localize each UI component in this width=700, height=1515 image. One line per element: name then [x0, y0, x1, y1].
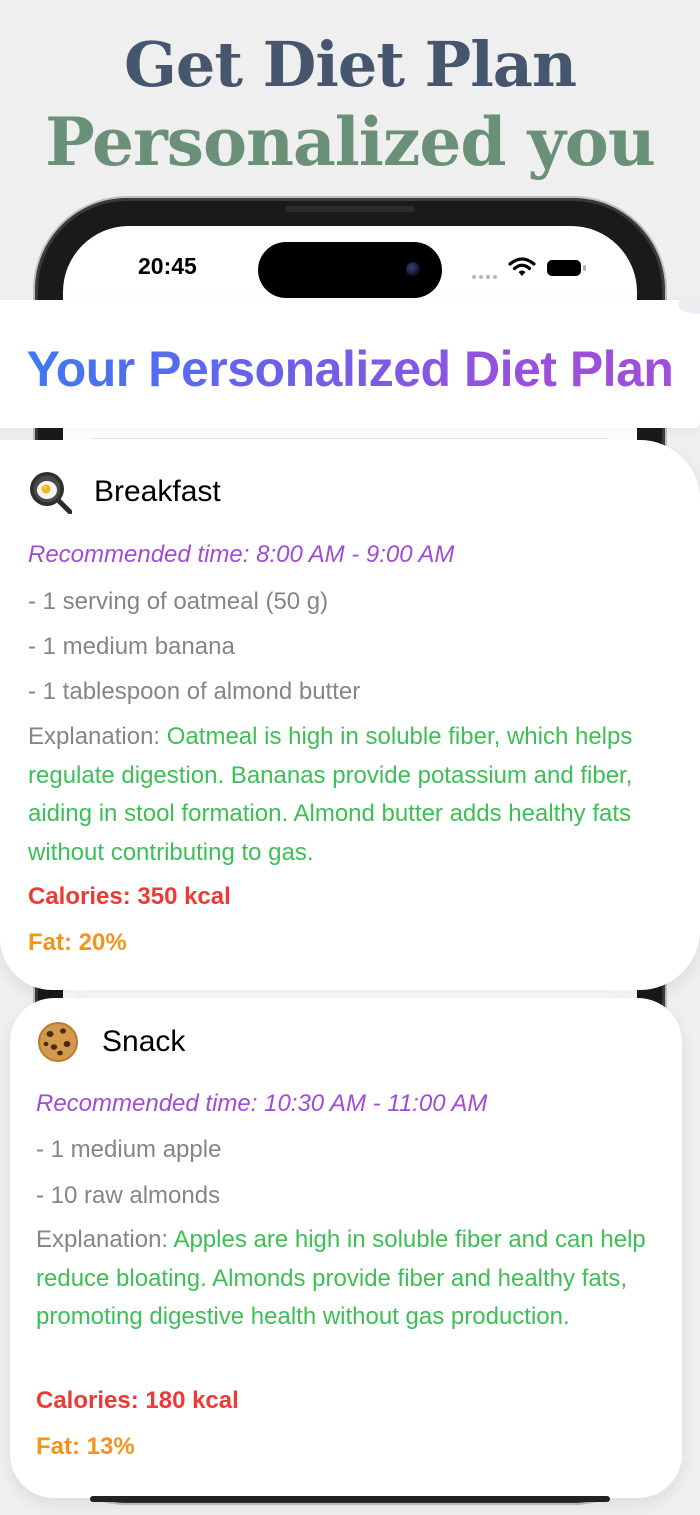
fat-label: Fat: 13%: [36, 1433, 135, 1460]
cookie-icon: [36, 1020, 80, 1064]
explanation-label: Explanation:: [28, 723, 167, 750]
phone-speaker-grille: [285, 206, 415, 212]
promo-headline-line2: Personalized you: [45, 103, 656, 181]
battery-icon: [547, 260, 586, 276]
status-time: 20:45: [138, 253, 197, 279]
calories-label: Calories: 350 kcal: [28, 883, 231, 910]
divider: [92, 438, 608, 439]
meal-name: Snack: [102, 1025, 186, 1058]
signal-icon: [472, 266, 502, 279]
explanation-label: Explanation:: [36, 1226, 174, 1253]
meal-item: - 1 medium apple: [36, 1136, 222, 1163]
frame-gap-right: [614, 990, 626, 998]
calories-label: Calories: 180 kcal: [36, 1387, 239, 1414]
meal-item: - 1 tablespoon of almond butter: [28, 678, 361, 705]
meal-explanation: Explanation: Apples are high in soluble …: [36, 1221, 666, 1337]
phone-bottom-edge: [90, 1496, 610, 1502]
meal-item: - 10 raw almonds: [36, 1182, 221, 1209]
camera-icon: [406, 262, 420, 276]
status-icons: [472, 256, 592, 279]
meal-header: Breakfast: [28, 470, 221, 515]
meal-item: - 1 serving of oatmeal (50 g): [28, 588, 329, 615]
recommended-time: Recommended time: 8:00 AM - 9:00 AM: [28, 541, 455, 568]
meal-header: Snack: [36, 1020, 185, 1064]
frame-gap-left: [75, 990, 87, 998]
fat-label: Fat: 20%: [28, 929, 127, 956]
promo-headline-line1: Get Diet Plan: [123, 28, 577, 101]
frying-pan-egg-icon: [28, 470, 73, 515]
wifi-icon: [508, 257, 536, 276]
meal-card-breakfast: Breakfast Recommended time: 8:00 AM - 9:…: [0, 440, 700, 990]
meal-item: - 1 medium banana: [28, 633, 235, 660]
page-title: Your Personalized Diet Plan: [0, 340, 700, 398]
recommended-time: Recommended time: 10:30 AM - 11:00 AM: [36, 1090, 488, 1117]
meal-card-snack: Snack Recommended time: 10:30 AM - 11:00…: [10, 998, 682, 1498]
meal-explanation: Explanation: Oatmeal is high in soluble …: [28, 718, 678, 872]
meal-name: Breakfast: [94, 475, 221, 508]
